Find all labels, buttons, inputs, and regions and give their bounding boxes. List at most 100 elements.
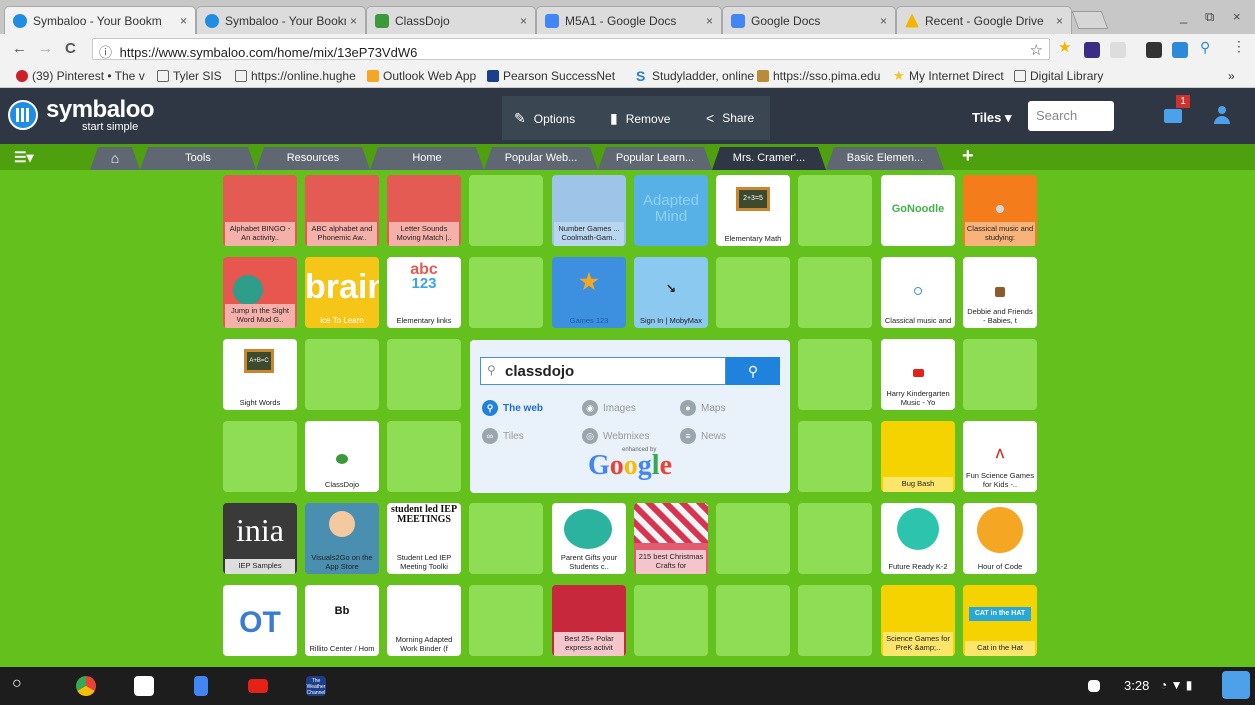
search-widget-input[interactable]: classdojo (480, 357, 726, 385)
tile-ot[interactable]: OT (223, 585, 297, 656)
home-tab-icon[interactable]: ⌂ (90, 147, 140, 170)
tab-popular-web[interactable]: Popular Web... (484, 147, 598, 170)
browser-tab-5[interactable]: Google Docs × (722, 6, 896, 34)
bookmark-pinterest[interactable]: (39) Pinterest • The v (16, 69, 145, 83)
tile-classdojo[interactable]: ClassDojo (305, 421, 379, 492)
gmail-icon[interactable] (134, 676, 154, 696)
remove-button[interactable]: ▮ Remove (610, 110, 670, 127)
user-icon[interactable] (1214, 106, 1230, 124)
forward-icon[interactable]: → (38, 40, 53, 57)
tile-empty[interactable] (387, 421, 461, 492)
tile-debbie-and-friends[interactable]: Debbie and Friends - Babies, t (963, 257, 1037, 328)
browser-tab-2[interactable]: Symbaloo - Your Bookm × (196, 6, 366, 34)
tile-games-123[interactable]: ★ Games 123 (552, 257, 626, 328)
chrome-icon[interactable] (76, 676, 96, 696)
tile-iep-samples[interactable]: inia IEP Samples (223, 503, 297, 574)
tab-close-icon[interactable]: × (1056, 14, 1063, 28)
tab-close-icon[interactable]: × (706, 14, 713, 28)
window-close-icon[interactable]: × (1233, 9, 1241, 24)
tile-cat-in-the-hat[interactable]: CAT in the HAT Cat in the Hat (963, 585, 1037, 656)
favorite-star-extension-icon[interactable]: ★ (1058, 38, 1074, 56)
bookmark-studyladder[interactable]: S Studyladder, online e (636, 69, 764, 83)
google-docs-icon[interactable] (194, 676, 208, 696)
search-widget-button[interactable]: ⚲ (726, 357, 780, 385)
tile-empty[interactable] (798, 585, 872, 656)
tile-empty[interactable] (634, 585, 708, 656)
url-field[interactable]: ⓘ https://www.symbaloo.com/home/mix/13eP… (92, 38, 1050, 60)
symbaloo-logo-icon[interactable] (8, 100, 38, 130)
tile-empty[interactable] (469, 585, 543, 656)
back-icon[interactable]: ← (12, 40, 27, 57)
site-info-icon[interactable]: ⓘ (99, 45, 112, 60)
tile-empty[interactable] (305, 339, 379, 410)
tile-science-games[interactable]: Science Games for PreK &amp;.. (881, 585, 955, 656)
bookmark-my-internet-direct[interactable]: ★ My Internet Direct (893, 69, 1004, 83)
tile-empty[interactable] (798, 421, 872, 492)
tile-empty[interactable] (469, 257, 543, 328)
launcher-icon[interactable]: ○ (12, 675, 22, 693)
tab-resources[interactable]: Resources (256, 147, 370, 170)
tile-empty[interactable] (469, 175, 543, 246)
tab-close-icon[interactable]: × (180, 14, 187, 28)
restore-icon[interactable]: ⧉ (1205, 9, 1214, 25)
options-button[interactable]: ✎ Options (514, 110, 575, 127)
tile-mobymax[interactable]: ↘ Sign In | MobyMax (634, 257, 708, 328)
weather-channel-icon[interactable]: The Weather Channel (306, 676, 326, 696)
tile-adapted-mind[interactable]: Adapted Mind (634, 175, 708, 246)
browser-tab-4[interactable]: M5A1 - Google Docs × (536, 6, 722, 34)
tab-mrs-cramer[interactable]: Mrs. Cramer'... (712, 147, 826, 170)
option-images[interactable]: ◉ Images (582, 400, 636, 416)
symbaloo-logo-text[interactable]: symbaloo (46, 96, 155, 124)
option-the-web[interactable]: ⚲ The web (482, 400, 543, 416)
tile-empty[interactable] (798, 339, 872, 410)
bookmark-tyler-sis[interactable]: Tyler SIS (157, 69, 222, 83)
tile-empty[interactable] (963, 339, 1037, 410)
share-button[interactable]: < Share (706, 110, 754, 126)
tile-fun-science[interactable]: ⴷ Fun Science Games for Kids -.. (963, 421, 1037, 492)
tile-abc-alphabet[interactable]: ABC alphabet and Phonemic Aw.. (305, 175, 379, 246)
tile-bug-bash[interactable]: Bug Bash (881, 421, 955, 492)
tile-student-led-iep[interactable]: student led IEP MEETINGS Student Led IEP… (387, 503, 461, 574)
tile-empty[interactable] (716, 257, 790, 328)
new-tab-button[interactable] (1071, 11, 1109, 29)
tile-empty[interactable] (798, 175, 872, 246)
tile-sight-word-mud[interactable]: Jump in the Sight Word Mud G.. (223, 257, 297, 328)
option-tiles[interactable]: ∞ Tiles (482, 428, 524, 444)
tab-tools[interactable]: Tools (140, 147, 256, 170)
tile-gonoodle[interactable]: GoNoodle (881, 175, 955, 246)
tab-close-icon[interactable]: × (350, 14, 357, 28)
tab-close-icon[interactable]: × (520, 14, 527, 28)
webmix-menu-icon[interactable]: ☰▾ (14, 149, 34, 166)
bookmark-digital-library[interactable]: Digital Library (1014, 69, 1103, 83)
status-icons[interactable]: ◔ ▼ ▮ (1160, 678, 1192, 692)
tile-morning-adapted[interactable]: Morning Adapted Work Binder (f (387, 585, 461, 656)
tile-rillito-center[interactable]: Bb Rillito Center / Hom (305, 585, 379, 656)
bookmark-pima[interactable]: https://sso.pima.edu (757, 69, 880, 83)
tab-basic-elemen[interactable]: Basic Elemen... (826, 147, 944, 170)
tab-popular-learn[interactable]: Popular Learn... (598, 147, 712, 170)
tile-harry-kindergarten[interactable]: Harry Kindergarten Music - Yo (881, 339, 955, 410)
search-extension-icon[interactable]: ⚲ (1200, 39, 1216, 55)
bookmarks-overflow-icon[interactable]: » (1228, 69, 1235, 83)
tile-visuals2go[interactable]: Visuals2Go on the App Store (305, 503, 379, 574)
tab-close-icon[interactable]: × (880, 14, 887, 28)
browser-tab-1[interactable]: Symbaloo - Your Bookm × (4, 6, 196, 34)
tile-empty[interactable] (716, 585, 790, 656)
option-webmixes[interactable]: ◎ Webmixes (582, 428, 650, 444)
tile-parent-gifts[interactable]: Parent Gifts your Students c.. (552, 503, 626, 574)
extension-icon[interactable] (1110, 42, 1126, 58)
tile-empty[interactable] (223, 421, 297, 492)
option-news[interactable]: ≡ News (680, 428, 726, 444)
clock[interactable]: 3:28 (1124, 678, 1149, 693)
extension-icon[interactable] (1084, 42, 1100, 58)
tile-sight-words[interactable]: A+B=C Sight Words (223, 339, 297, 410)
reload-icon[interactable]: C (65, 40, 76, 57)
browser-tab-3[interactable]: ClassDojo × (366, 6, 536, 34)
tab-home[interactable]: Home (370, 147, 484, 170)
image-tray-icon[interactable] (1088, 680, 1100, 692)
bookmark-pearson[interactable]: Pearson SuccessNet (487, 69, 615, 83)
tile-empty[interactable] (469, 503, 543, 574)
add-webmix-icon[interactable]: + (962, 145, 974, 168)
tile-number-games[interactable]: Number Games ... Coolmath-Gam.. (552, 175, 626, 246)
tile-polar-express[interactable]: Best 25+ Polar express activit (552, 585, 626, 656)
